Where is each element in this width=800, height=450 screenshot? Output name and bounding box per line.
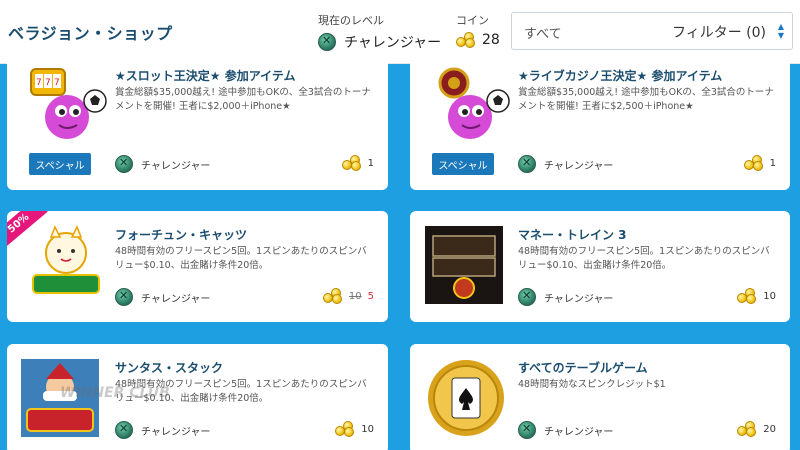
svg-text:7: 7 [54,78,60,88]
coin-stack-icon [335,421,355,437]
item-description: 賞金総額$35,000越え! 途中参加もOKの、全3試合のトーナメントを開催! … [115,87,371,112]
item-price: 10 [335,421,374,437]
item-level: チャレンジャー [115,155,210,173]
challenger-badge-icon [115,288,133,306]
svg-text:7: 7 [45,78,51,88]
item-price-value: 1 [769,157,776,169]
level-label: 現在のレベル [318,14,384,27]
level-value: チャレンジャー [318,32,441,52]
item-price: 20 [737,421,776,437]
coin-value-text: 28 [482,32,500,48]
item-title: ★スロット王決定★ 参加アイテム [115,69,296,83]
item-level: チャレンジャー [518,421,613,439]
filter-button-label: フィルター (0) [671,25,766,41]
item-level-text: チャレンジャー [544,293,614,305]
coin-value: 28 [456,32,500,48]
coin-stack-icon [737,421,757,437]
table-games-thumbnail [428,360,504,436]
item-title: ★ライブカジノ王決定★ 参加アイテム [518,69,723,83]
item-price-value: 10 [361,423,374,435]
item-level: チャレンジャー [518,155,613,173]
item-description: 賞金総額$35,000越え! 途中参加もOKの、全3試合のトーナメントを開催! … [518,87,774,112]
special-button[interactable]: スペシャル [432,153,494,175]
shop-title: ベラジョン・ショップ [8,24,173,43]
item-description: 48時間有効のフリースピン5回。1スピンあたりのスピンバリュー$0.10、出金賭… [115,246,367,271]
item-description: 48時間有効なスピンクレジット$1 [518,379,666,390]
fortune-cats-thumbnail [32,225,100,294]
select-arrows-icon: ▲ ▼ [777,22,784,40]
slot-tournament-thumbnail: 777 [30,68,107,139]
challenger-badge-icon [518,155,536,173]
item-title: サンタス・スタック [115,361,224,375]
money-train-thumbnail [425,226,503,304]
shop-item-card[interactable]: すべてのテーブルゲーム 48時間有効なスピンクレジット$1 チャレンジャー 20 [410,344,790,450]
item-price: 10 5 [322,288,374,304]
live-casino-tournament-thumbnail [438,67,510,139]
item-level-text: チャレンジャー [141,160,211,172]
challenger-badge-icon [518,421,536,439]
item-level-text: チャレンジャー [141,293,211,305]
watermark-text: WINNER CLUB [60,385,170,401]
item-title: すべてのテーブルゲーム [518,361,648,375]
shop-item-card[interactable]: マネー・トレイン 3 48時間有効のフリースピン5回。1スピンあたりのスピンバリ… [410,211,790,322]
item-level: チャレンジャー [115,288,210,306]
item-price: 10 [737,288,776,304]
challenger-badge-icon [518,288,536,306]
shop-item-card[interactable]: ★ライブカジノ王決定★ 参加アイテム 賞金総額$35,000越え! 途中参加もO… [410,55,790,190]
item-price-value: 10 [763,290,776,302]
item-price-value: 5 [367,290,374,302]
watermark-logo: WINNER CLUB [60,385,180,425]
item-price: 1 [743,155,776,171]
filter-select[interactable]: すべて フィルター (0) ▲ ▼ [511,12,793,50]
coin-stack-icon [322,288,343,304]
item-level-text: チャレンジャー [544,160,614,172]
item-price: 1 [341,155,374,171]
coin-label: コイン [456,14,489,27]
challenger-badge-icon [115,155,133,173]
challenger-badge-icon [318,33,336,51]
level-value-text: チャレンジャー [344,35,442,51]
item-price-value: 1 [367,157,374,169]
item-description: 48時間有効のフリースピン5回。1スピンあたりのスピンバリュー$0.10、出金賭… [518,246,770,271]
special-button[interactable]: スペシャル [29,153,91,175]
coin-stack-icon [456,32,476,48]
item-level: チャレンジャー [518,288,613,306]
filter-value: すべて [524,27,562,42]
item-title: フォーチュン・キャッツ [115,228,248,242]
item-old-price: 10 [348,290,362,302]
coin-stack-icon [737,288,757,304]
coin-stack-icon [743,155,764,171]
coin-stack-icon [341,155,362,171]
svg-text:7: 7 [36,78,42,88]
item-level-text: チャレンジャー [544,426,614,438]
shop-item-card[interactable]: 777 ★スロット王決定★ 参加アイテム 賞金総額$35,000越え! 途中参加… [7,55,388,190]
item-title: マネー・トレイン 3 [518,228,627,242]
item-price-value: 20 [763,423,776,435]
shop-item-card[interactable]: 50% フォーチュン・キャッツ 48時間有効のフリースピン5回。1スピンあたりの… [7,211,388,322]
